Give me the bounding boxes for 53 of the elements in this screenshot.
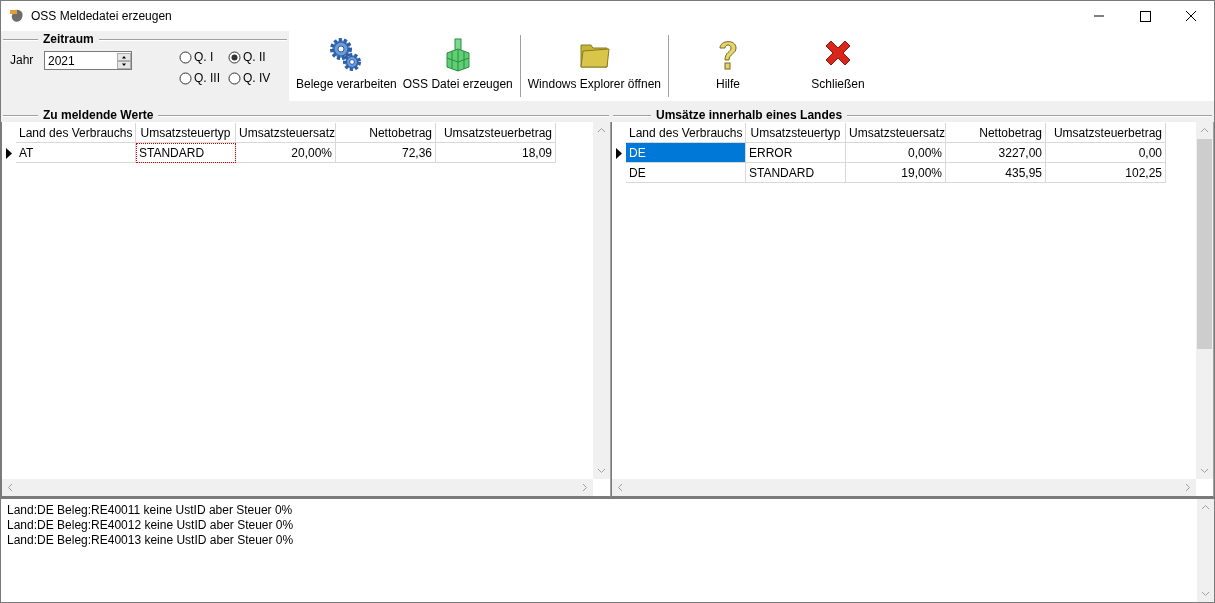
table-cell[interactable]: 102,25 (1046, 163, 1166, 183)
toolbar-button[interactable]: OSS Datei erzeugen (399, 35, 516, 97)
year-spinner[interactable]: 2021 (44, 51, 132, 70)
group-title: Zeitraum (38, 32, 99, 46)
table-cell[interactable]: DE (626, 143, 746, 163)
vertical-scrollbar[interactable] (593, 122, 610, 479)
group-title: Umsätze innerhalb eines Landes (651, 108, 848, 122)
column-header[interactable]: Umsatzsteuertyp (136, 123, 236, 143)
table-cell[interactable]: 0,00% (846, 143, 946, 163)
radio-icon (228, 71, 241, 85)
table-cell[interactable]: ERROR (746, 143, 846, 163)
window-title: OSS Meldedatei erzeugen (31, 9, 172, 23)
vertical-scrollbar[interactable] (1196, 122, 1213, 479)
log-line: Land:DE Beleg:RE40012 keine UstID aber Steuer 0% (7, 518, 295, 533)
column-header[interactable]: Land des Verbrauchs (16, 123, 136, 143)
table-cell[interactable]: 19,00% (846, 163, 946, 183)
quarter-radio[interactable]: Q. II (228, 50, 278, 64)
vertical-scrollbar[interactable] (1197, 499, 1214, 602)
table-cell[interactable]: 20,00% (236, 143, 336, 163)
toolbar-button[interactable]: Schließen (783, 35, 893, 97)
column-header[interactable]: Umsatzsteuerbetrag (436, 123, 556, 143)
column-header[interactable]: Nettobetrag (946, 123, 1046, 143)
quarter-radio[interactable]: Q. I (179, 50, 228, 64)
table-cell[interactable]: STANDARD (136, 143, 236, 163)
toolbar-button[interactable]: Windows Explorer öffnen (524, 35, 664, 97)
column-header[interactable]: Nettobetrag (336, 123, 436, 143)
group-title: Zu meldende Werte (38, 108, 159, 122)
radio-icon (228, 50, 241, 64)
toolbar-button[interactable]: Belege verarbeiten (293, 35, 400, 97)
quarter-radio[interactable]: Q. IV (228, 71, 278, 85)
table-cell[interactable]: STANDARD (746, 163, 846, 183)
column-header[interactable]: Umsatzsteuerbetrag (1046, 123, 1166, 143)
column-header[interactable]: Umsatzsteuersatz (846, 123, 946, 143)
table-cell[interactable]: 435,95 (946, 163, 1046, 183)
column-header[interactable]: Umsatzsteuertyp (746, 123, 846, 143)
horizontal-scrollbar[interactable] (2, 479, 593, 496)
table-cell[interactable]: AT (16, 143, 136, 163)
gears-icon (329, 37, 364, 73)
log-line: Land:DE Beleg:RE40011 keine UstID aber Steuer 0% (7, 503, 294, 518)
column-header[interactable]: Umsatzsteuersatz (236, 123, 336, 143)
quarter-radio[interactable]: Q. III (179, 71, 228, 85)
horizontal-scrollbar[interactable] (612, 479, 1196, 496)
year-label: Jahr (10, 53, 35, 67)
table-cell[interactable]: 72,36 (336, 143, 436, 163)
log-line: Land:DE Beleg:RE40013 keine UstID aber Steuer 0% (7, 533, 295, 548)
table-cell[interactable]: 0,00 (1046, 143, 1166, 163)
app-icon (9, 8, 25, 24)
table-cell[interactable]: 3227,00 (946, 143, 1046, 163)
radio-icon (179, 50, 192, 64)
toolbar-button[interactable]: Hilfe (673, 35, 783, 97)
table-cell[interactable]: 18,09 (436, 143, 556, 163)
table-cell[interactable]: DE (626, 163, 746, 183)
radio-icon (179, 71, 192, 85)
